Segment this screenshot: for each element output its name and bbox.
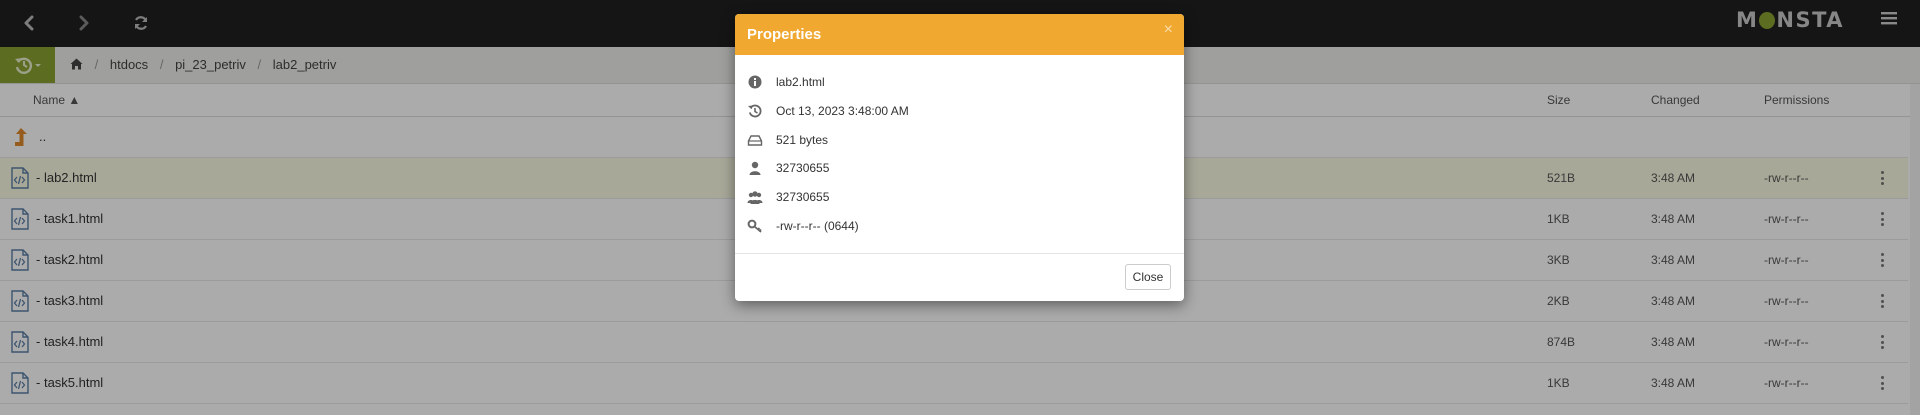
property-value: -rw-r--r-- (0644) <box>776 219 859 233</box>
close-button[interactable]: Close <box>1125 264 1171 290</box>
hard-drive-icon <box>747 135 763 146</box>
property-value: 521 bytes <box>776 133 829 147</box>
users-icon <box>747 191 763 204</box>
property-value: 32730655 <box>776 161 830 175</box>
property-value: lab2.html <box>776 75 825 89</box>
dialog-footer <box>735 253 1184 254</box>
close-icon[interactable]: × <box>1164 21 1173 39</box>
history-icon <box>748 104 762 118</box>
property-value: 32730655 <box>776 190 830 204</box>
user-icon <box>749 161 761 175</box>
dialog-title: Properties <box>747 26 822 43</box>
properties-dialog: Properties × lab2.html Oct 13, 2023 3:48… <box>735 14 1184 301</box>
dialog-header: Properties × <box>735 14 1184 55</box>
property-value: Oct 13, 2023 3:48:00 AM <box>776 104 909 118</box>
info-icon <box>748 75 762 89</box>
key-icon <box>747 219 762 233</box>
